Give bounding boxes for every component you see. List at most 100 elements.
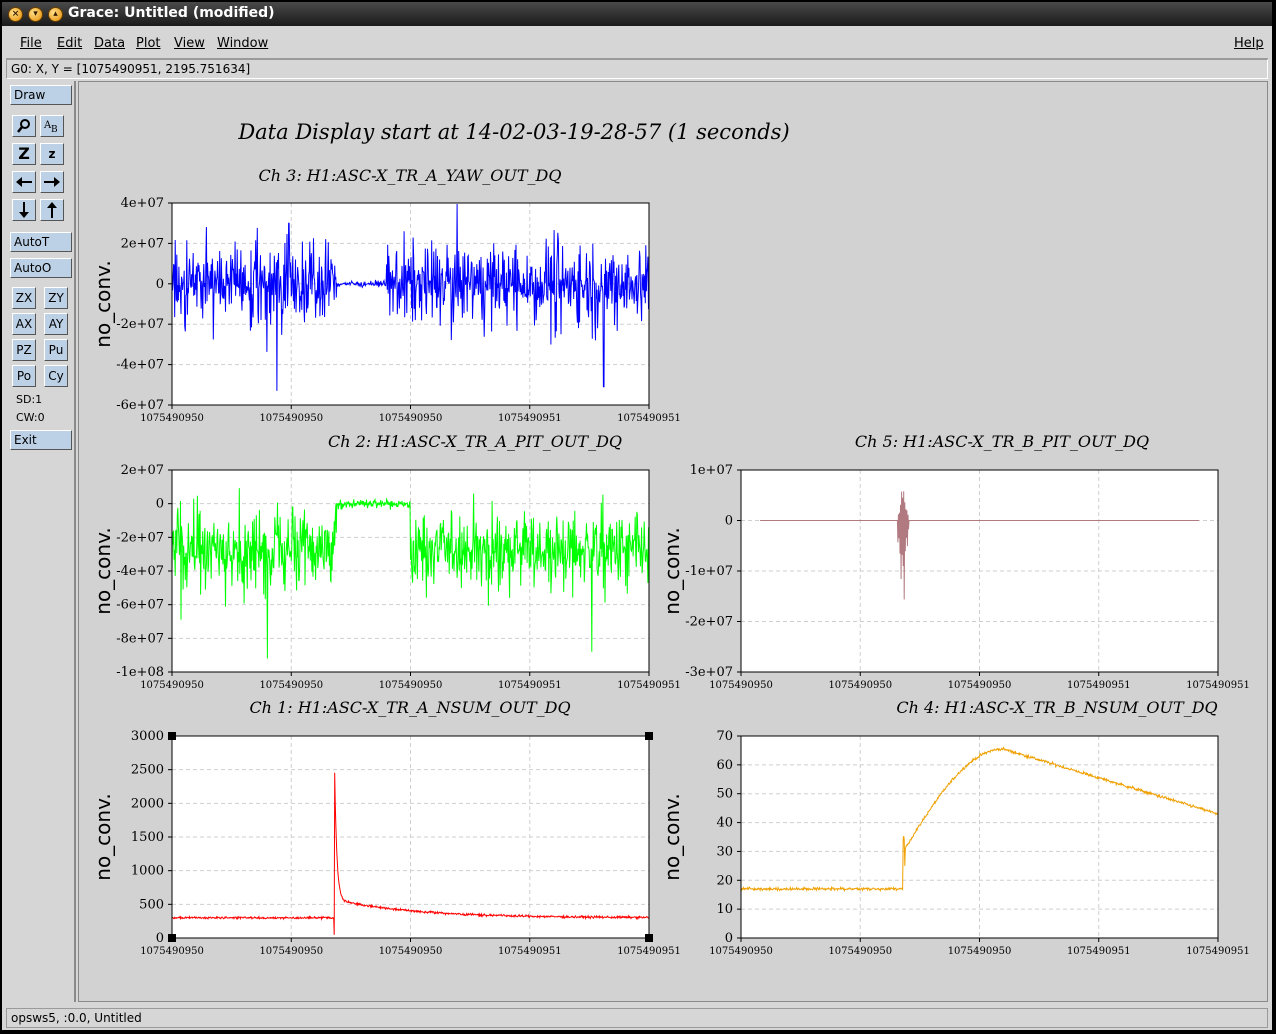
plot-canvas[interactable]: Data Display start at 14-02-03-19-28-57 … — [78, 81, 1268, 1002]
selection-handle[interactable] — [645, 934, 653, 942]
x-tick-label: 1075490950 — [709, 680, 773, 691]
y-tick-label: 2000 — [131, 796, 164, 811]
menu-plot[interactable]: Plot — [136, 36, 161, 51]
x-tick-label: 1075490951 — [617, 413, 681, 424]
ax-button[interactable]: AX — [12, 313, 36, 335]
y-tick-label: 2500 — [131, 763, 164, 778]
po-button[interactable]: Po — [12, 365, 36, 387]
y-tick-label: 500 — [139, 897, 164, 912]
chart-title: Ch 3: H1:ASC-X_TR_A_YAW_OUT_DQ — [259, 166, 562, 185]
menu-help[interactable]: Help — [1234, 36, 1264, 51]
menu-file[interactable]: File — [20, 36, 42, 51]
y-tick-label: -1e+08 — [116, 665, 164, 680]
x-tick-label: 1075490950 — [379, 413, 443, 424]
y-tick-label: 0 — [156, 931, 164, 946]
zoom-in-button[interactable]: Z — [12, 143, 36, 165]
selection-handle[interactable] — [168, 934, 176, 942]
x-tick-label: 1075490951 — [1186, 680, 1250, 691]
selection-handle[interactable] — [168, 732, 176, 740]
x-tick-label: 1075490950 — [828, 680, 892, 691]
zy-button[interactable]: ZY — [44, 287, 68, 309]
x-tick-label: 1075490951 — [617, 680, 681, 691]
pz-button[interactable]: PZ — [12, 339, 36, 361]
locator-bar: G0: X, Y = [1075490951, 2195.751634] — [6, 59, 1268, 79]
y-tick-label: 1000 — [131, 864, 164, 879]
ay-button[interactable]: AY — [44, 313, 68, 335]
y-tick-label: 1500 — [131, 830, 164, 845]
arrow-left-icon[interactable] — [12, 171, 36, 193]
pu-button[interactable]: Pu — [44, 339, 68, 361]
y-tick-label: 0 — [725, 931, 733, 946]
menu-view[interactable]: View — [174, 36, 205, 51]
y-tick-label: -3e+07 — [685, 665, 733, 680]
chart-4[interactable]: 3000250020001500100050001075490950 107549… — [91, 698, 681, 957]
y-tick-label: 0 — [156, 497, 164, 512]
x-tick-label: 1075490950 — [259, 413, 323, 424]
title-bar: × ▾ ▴ Grace: Untitled (modified) — [2, 2, 1272, 26]
y-tick-label: 2e+07 — [121, 236, 164, 251]
y-tick-label: -8e+07 — [116, 631, 164, 646]
chart-2[interactable]: 2e+070-2e+07-4e+07-6e+07-8e+07-1e+081075… — [91, 432, 681, 691]
tool-panel: Draw AB Z z AutoT AutoO ZX ZY AX AY PZ P… — [6, 81, 76, 1002]
zoom-out-button[interactable]: z — [40, 143, 64, 165]
chart-1[interactable]: 4e+072e+070-2e+07-4e+07-6e+071075490950 1… — [91, 166, 681, 424]
draw-button[interactable]: Draw — [10, 85, 72, 105]
y-tick-label: -4e+07 — [116, 564, 164, 579]
text-icon[interactable]: AB — [40, 115, 64, 137]
y-tick-label: 10 — [716, 902, 733, 917]
x-tick-label: 1075490950 — [379, 946, 443, 957]
y-tick-label: 1e+07 — [690, 463, 733, 478]
y-tick-label: 2e+07 — [121, 463, 164, 478]
autoo-button[interactable]: AutoO — [10, 258, 72, 278]
y-tick-label: -2e+07 — [116, 530, 164, 545]
y-tick-label: -2e+07 — [685, 615, 733, 630]
window-title: Grace: Untitled (modified) — [68, 5, 275, 21]
y-axis-label: no_conv. — [91, 260, 115, 347]
x-tick-label: 1075490951 — [1067, 946, 1131, 957]
arrow-down-icon[interactable] — [12, 199, 36, 221]
chart-title: Ch 2: H1:ASC-X_TR_A_PIT_OUT_DQ — [328, 432, 622, 451]
x-tick-label: 1075490951 — [498, 413, 562, 424]
status-bar: opsws5, :0.0, Untitled — [6, 1008, 1268, 1028]
magnifier-icon[interactable] — [12, 115, 36, 137]
chart-3[interactable]: 1e+070-1e+07-2e+07-3e+071075490950 107549… — [660, 432, 1250, 691]
autot-button[interactable]: AutoT — [10, 232, 72, 252]
menu-window[interactable]: Window — [217, 36, 268, 51]
menu-edit[interactable]: Edit — [57, 36, 82, 51]
selection-handle[interactable] — [645, 732, 653, 740]
y-tick-label: -6e+07 — [116, 398, 164, 413]
x-tick-label: 1075490950 — [140, 680, 204, 691]
arrow-up-icon[interactable] — [40, 199, 64, 221]
x-tick-label: 1075490951 — [617, 946, 681, 957]
arrow-right-icon[interactable] — [40, 171, 64, 193]
grace-window: × ▾ ▴ Grace: Untitled (modified) File Ed… — [2, 2, 1272, 1030]
y-tick-label: 40 — [716, 816, 733, 831]
x-tick-label: 1075490950 — [948, 680, 1012, 691]
minimize-icon[interactable]: ▾ — [28, 7, 43, 22]
close-icon[interactable]: × — [8, 7, 23, 22]
y-axis-label: no_conv. — [660, 527, 684, 614]
x-tick-label: 1075490950 — [259, 946, 323, 957]
y-tick-label: 60 — [716, 758, 733, 773]
menu-bar: File Edit Data Plot View Window Help — [6, 28, 1268, 59]
menu-data[interactable]: Data — [94, 36, 125, 51]
y-tick-label: -4e+07 — [116, 358, 164, 373]
plot-title: Data Display start at 14-02-03-19-28-57 … — [237, 120, 789, 144]
x-tick-label: 1075490950 — [948, 946, 1012, 957]
zx-button[interactable]: ZX — [12, 287, 36, 309]
exit-button[interactable]: Exit — [10, 430, 72, 450]
chart-5[interactable]: 7060504030201001075490950 1075490950 10754… — [660, 698, 1250, 957]
x-tick-label: 1075490951 — [1067, 680, 1131, 691]
maximize-icon[interactable]: ▴ — [48, 7, 63, 22]
cy-button[interactable]: Cy — [44, 365, 68, 387]
cw-label: CW:0 — [16, 411, 45, 424]
x-tick-label: 1075490950 — [828, 946, 892, 957]
x-tick-label: 1075490951 — [498, 680, 562, 691]
y-tick-label: 4e+07 — [121, 196, 164, 211]
x-tick-label: 1075490950 — [140, 413, 204, 424]
chart-title: Ch 1: H1:ASC-X_TR_A_NSUM_OUT_DQ — [249, 698, 570, 717]
x-tick-label: 1075490950 — [140, 946, 204, 957]
y-axis-label: no_conv. — [660, 793, 684, 880]
y-tick-label: 0 — [156, 277, 164, 292]
sd-label: SD:1 — [16, 393, 43, 406]
